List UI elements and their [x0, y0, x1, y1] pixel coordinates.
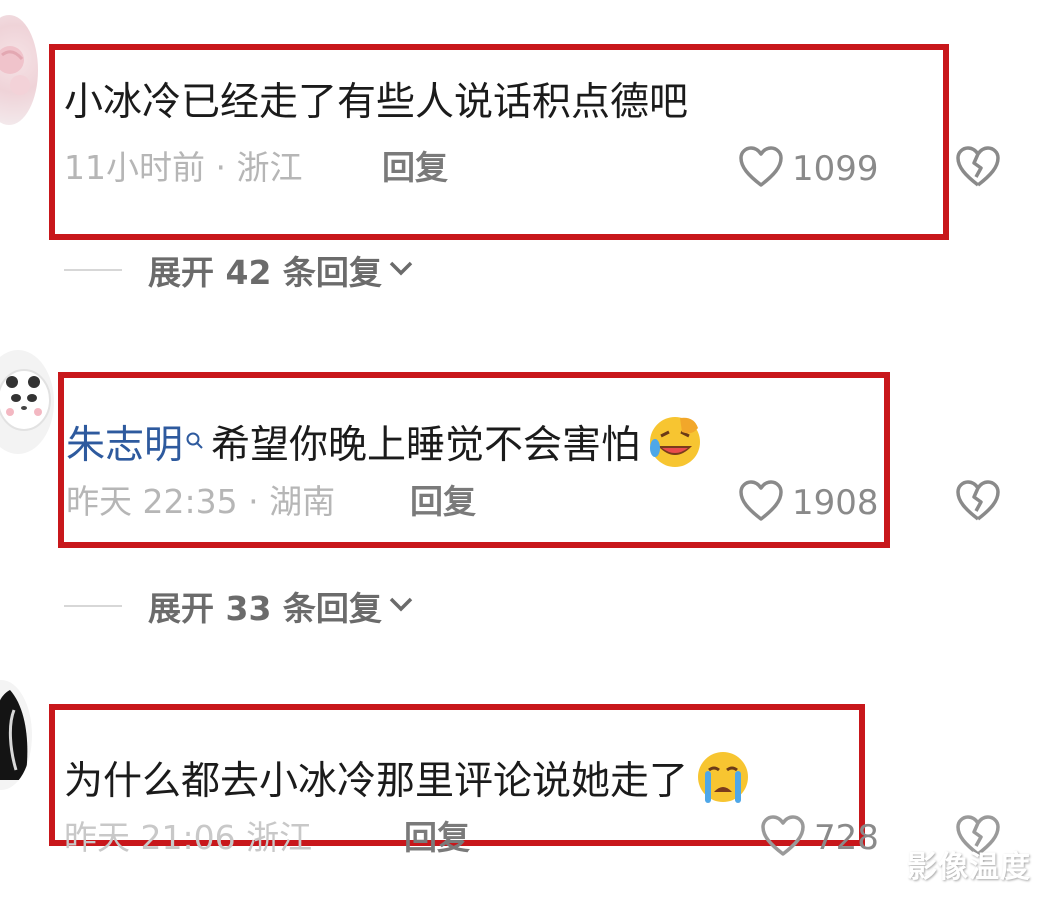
- expand-replies-label: 展开 33 条回复: [148, 589, 382, 628]
- reply-button[interactable]: 回复: [382, 148, 448, 188]
- watermark: 影像温度: [907, 850, 1031, 885]
- dislike-button[interactable]: [955, 145, 1001, 193]
- comment-time: 11小时前: [64, 148, 205, 187]
- comment-body: 为什么都去小冰冷那里评论说她走了: [64, 759, 689, 804]
- face-hand-laughing-emoji: [646, 412, 704, 483]
- divider: [64, 605, 122, 607]
- expand-replies-label: 展开 42 条回复: [148, 253, 382, 292]
- broken-heart-icon: [955, 146, 1001, 193]
- chevron-down-icon: [388, 258, 414, 282]
- comment-location: 浙江: [236, 148, 303, 187]
- divider: [64, 269, 122, 271]
- like-button[interactable]: 1908: [738, 479, 879, 527]
- comment-location: 浙江: [246, 818, 313, 857]
- like-count: 728: [814, 818, 879, 858]
- chevron-down-icon: [388, 594, 414, 618]
- comment-location: 湖南: [269, 482, 336, 521]
- heart-outline-icon: [760, 814, 806, 862]
- meta-separator: ·: [215, 148, 227, 187]
- broken-heart-icon: [955, 480, 1001, 527]
- comment-time: 昨天 22:35: [66, 482, 238, 521]
- comment-body: 希望你晚上睡觉不会害怕: [211, 423, 641, 468]
- comment-text: 为什么都去小冰冷那里评论说她走了: [64, 748, 752, 819]
- search-mini-icon: [185, 414, 205, 464]
- like-count: 1099: [792, 149, 879, 189]
- user-mention[interactable]: 朱志明: [66, 423, 183, 468]
- comment-time: 昨天 21:06: [64, 818, 236, 857]
- heart-outline-icon: [738, 145, 784, 193]
- meta-separator: ·: [248, 482, 259, 521]
- comment-text: 朱志明 希望你晚上睡觉不会害怕: [66, 412, 704, 483]
- comment-text: 小冰冷已经走了有些人说话积点德吧: [64, 78, 688, 128]
- avatar[interactable]: [0, 680, 32, 790]
- crying-face-emoji: [694, 748, 752, 819]
- expand-replies-button[interactable]: 展开 33 条回复: [0, 584, 414, 628]
- comment-meta: 昨天 22:35 · 湖南: [66, 482, 335, 522]
- dislike-button[interactable]: [955, 479, 1001, 527]
- comment-body: 小冰冷已经走了有些人说话积点德吧: [64, 80, 689, 125]
- like-button[interactable]: 728: [760, 814, 879, 862]
- heart-outline-icon: [738, 479, 784, 527]
- reply-button[interactable]: 回复: [410, 482, 476, 522]
- expand-replies-button[interactable]: 展开 42 条回复: [0, 248, 414, 292]
- avatar[interactable]: [0, 350, 54, 454]
- avatar[interactable]: [0, 15, 38, 125]
- reply-button[interactable]: 回复: [404, 818, 470, 858]
- like-count: 1908: [792, 483, 879, 523]
- highlight-box: [49, 44, 949, 240]
- like-button[interactable]: 1099: [738, 145, 879, 193]
- comment-meta: 昨天 21:06 浙江: [64, 818, 312, 858]
- comment-meta: 11小时前 · 浙江: [64, 148, 303, 188]
